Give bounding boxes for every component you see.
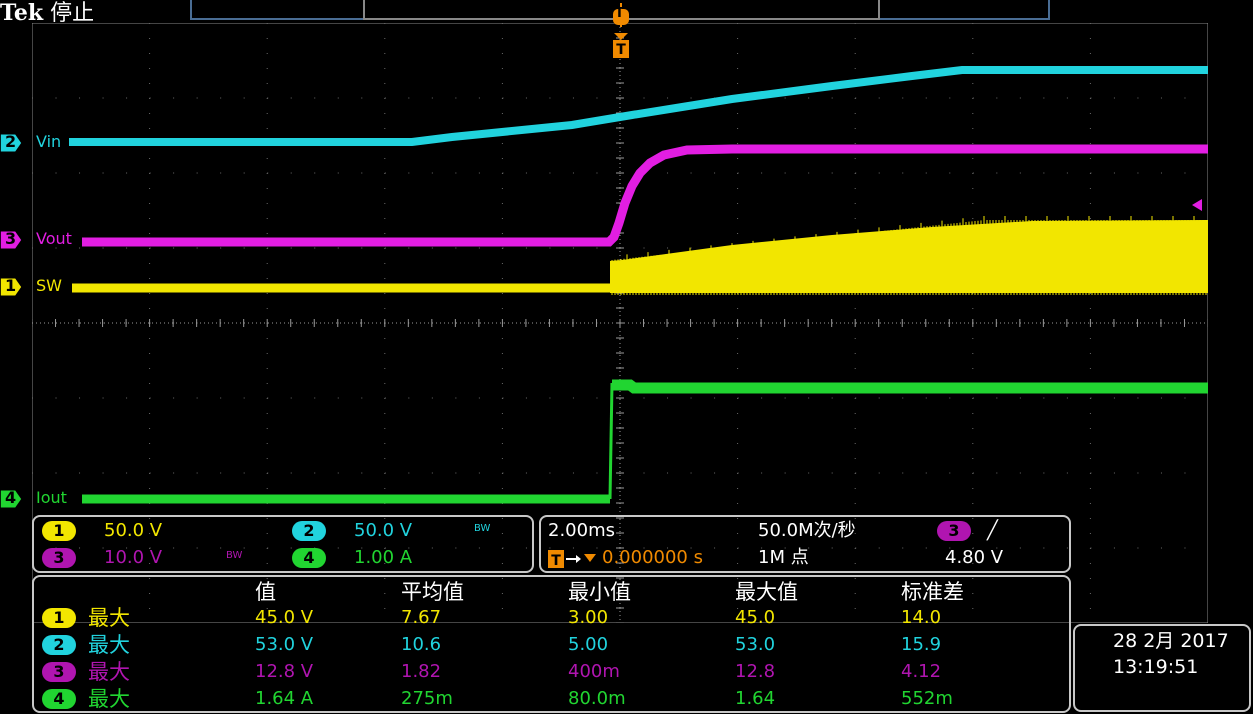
measurement-value: 53.0 V bbox=[255, 634, 314, 655]
trigger-slope-icon: ╱ bbox=[987, 520, 998, 541]
trigger-level-marker[interactable] bbox=[1192, 199, 1202, 211]
trigger-source-badge: 3 bbox=[937, 521, 971, 541]
channel-2-badge: 2 bbox=[292, 521, 326, 541]
trigger-source: 3 bbox=[937, 521, 971, 541]
measurement-mean: 275m bbox=[401, 688, 453, 709]
channel-2-marker[interactable]: 2 Vin bbox=[0, 132, 61, 154]
measurement-max: 12.8 bbox=[735, 661, 776, 682]
measurement-min: 80.0m bbox=[568, 688, 626, 709]
channel-4-badge: 4 bbox=[292, 548, 326, 568]
measurement-min: 3.00 bbox=[568, 607, 609, 628]
trigger-position-arrow-icon: T bbox=[548, 550, 596, 569]
channel-scale-panel: 1 50.0 V 2 50.0 V BW 3 10.0 V BW 4 1.00 … bbox=[32, 515, 534, 573]
channel-4-scale[interactable]: 4 bbox=[292, 548, 326, 568]
measurement-std: 14.0 bbox=[901, 607, 942, 628]
measurement-type: 最大 bbox=[88, 687, 130, 711]
channel-3-label: Vout bbox=[36, 229, 72, 248]
svg-text:T: T bbox=[551, 553, 561, 569]
measurement-value: 1.64 A bbox=[255, 688, 314, 709]
measurement-std: 4.12 bbox=[901, 661, 942, 682]
measurement-header-mean: 平均值 bbox=[401, 580, 464, 604]
measurement-row-badge: 2 bbox=[42, 635, 76, 655]
measurement-type: 最大 bbox=[88, 606, 130, 630]
measurement-row[interactable]: 4 最大 1.64 A 275m 80.0m 1.64 552m bbox=[34, 687, 1069, 713]
waveform-ch2 bbox=[69, 66, 1208, 146]
trigger-position-value: 0.000000 s bbox=[602, 547, 703, 568]
channel-1-label: SW bbox=[36, 276, 62, 295]
measurement-max: 1.64 bbox=[735, 688, 776, 709]
measurement-value: 12.8 V bbox=[255, 661, 314, 682]
measurement-type: 最大 bbox=[88, 633, 130, 657]
date-time-panel[interactable]: 28 2月 2017 13:19:51 bbox=[1073, 624, 1251, 712]
time-value: 13:19:51 bbox=[1113, 656, 1199, 678]
measurement-mean: 1.82 bbox=[401, 661, 442, 682]
measurement-row[interactable]: 2 最大 53.0 V 10.6 5.00 53.0 15.9 bbox=[34, 633, 1069, 659]
channel-2-number: 2 bbox=[5, 132, 17, 151]
channel-1-badge: 1 bbox=[42, 521, 76, 541]
date-value: 28 2月 2017 bbox=[1113, 630, 1229, 652]
measurement-header-max: 最大值 bbox=[735, 580, 798, 604]
channel-1-number: 1 bbox=[5, 276, 17, 295]
channel-4-number: 4 bbox=[5, 488, 17, 507]
measurement-row[interactable]: 1 最大 45.0 V 7.67 3.00 45.0 14.0 bbox=[34, 606, 1069, 632]
measurement-row-badge: 3 bbox=[42, 662, 76, 682]
channel-3-scale[interactable]: 3 bbox=[42, 548, 76, 568]
measurement-min: 5.00 bbox=[568, 634, 609, 655]
channel-2-bw-indicator: BW bbox=[474, 523, 491, 534]
acquisition-panel[interactable]: 2.00ms 50.0M次/秒 3 ╱ T 0.000000 s 1M 点 4.… bbox=[539, 515, 1071, 573]
measurement-header-min: 最小值 bbox=[568, 580, 631, 604]
measurement-min: 400m bbox=[568, 661, 620, 682]
measurements-panel[interactable]: 值 平均值 最小值 最大值 标准差 1 最大 45.0 V 7.67 3.00 … bbox=[32, 575, 1071, 713]
measurement-type: 最大 bbox=[88, 660, 130, 684]
measurement-max: 53.0 bbox=[735, 634, 776, 655]
sample-rate-value: 50.0M次/秒 bbox=[758, 520, 856, 541]
channel-3-number: 3 bbox=[5, 229, 17, 248]
channel-1-marker[interactable]: 1 SW bbox=[0, 276, 62, 298]
measurement-value: 45.0 V bbox=[255, 607, 314, 628]
channel-3-badge: 3 bbox=[42, 548, 76, 568]
channel-3-scale-value: 10.0 V bbox=[104, 547, 163, 568]
measurement-mean: 7.67 bbox=[401, 607, 442, 628]
trigger-level-value: 4.80 V bbox=[945, 547, 1004, 568]
channel-3-marker[interactable]: 3 Vout bbox=[0, 229, 72, 251]
measurement-row-badge: 1 bbox=[42, 608, 76, 628]
measurement-row-badge: 4 bbox=[42, 689, 76, 709]
waveform-ch1 bbox=[72, 216, 1208, 295]
measurement-row[interactable]: 3 最大 12.8 V 1.82 400m 12.8 4.12 bbox=[34, 660, 1069, 686]
channel-2-label: Vin bbox=[36, 132, 62, 151]
measurement-header-std: 标准差 bbox=[901, 580, 964, 604]
measurement-mean: 10.6 bbox=[401, 634, 442, 655]
channel-4-marker[interactable]: 4 Iout bbox=[0, 488, 67, 510]
channel-4-label: Iout bbox=[36, 488, 67, 507]
channel-3-bw-indicator: BW bbox=[226, 550, 243, 561]
channel-2-scale[interactable]: 2 bbox=[292, 521, 326, 541]
channel-1-scale[interactable]: 1 bbox=[42, 521, 76, 541]
channel-4-scale-value: 1.00 A bbox=[354, 547, 413, 568]
channel-1-scale-value: 50.0 V bbox=[104, 520, 163, 541]
trigger-badge-top: T bbox=[615, 6, 624, 21]
timebase-value: 2.00ms bbox=[548, 520, 615, 541]
measurement-std: 15.9 bbox=[901, 634, 942, 655]
measurement-max: 45.0 bbox=[735, 607, 776, 628]
channel-2-scale-value: 50.0 V bbox=[354, 520, 413, 541]
svg-text:T: T bbox=[616, 42, 626, 58]
measurement-std: 552m bbox=[901, 688, 953, 709]
record-length-value: 1M 点 bbox=[758, 547, 809, 568]
waveform-ch4 bbox=[82, 379, 1208, 504]
measurement-header-value: 值 bbox=[255, 580, 276, 604]
